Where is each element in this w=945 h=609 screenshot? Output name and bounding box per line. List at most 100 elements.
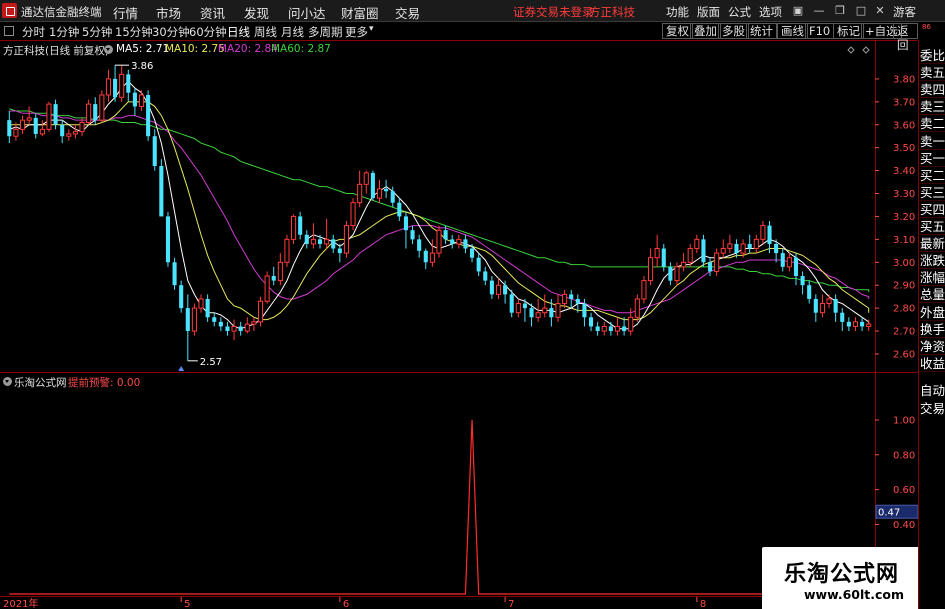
- date-label: 2021年: [3, 597, 38, 609]
- candle-body-down: [271, 276, 276, 281]
- low-label: 2.57: [200, 357, 222, 368]
- right-panel-item[interactable]: 买四: [920, 201, 945, 218]
- signal-arrow-icon: [178, 366, 185, 371]
- candle-body-down: [384, 188, 389, 192]
- candle-body-up: [634, 298, 640, 318]
- right-panel-item[interactable]: 卖三: [920, 98, 945, 116]
- watermark: 乐淘公式网 www.60lt.com: [762, 547, 918, 609]
- candle-body-down: [668, 266, 673, 281]
- candle-body-up: [786, 257, 792, 268]
- candle-body-up: [641, 280, 647, 300]
- right-panel-item[interactable]: 收益: [920, 355, 945, 372]
- right-panel-item[interactable]: 净资: [920, 338, 945, 355]
- right-panel-item[interactable]: 涨跌: [920, 252, 945, 270]
- candle-body-up: [46, 103, 52, 130]
- candle-body-up: [264, 275, 270, 302]
- candle-body-down: [846, 321, 851, 327]
- right-panel-item[interactable]: 换手: [920, 321, 945, 338]
- candle-body-up: [601, 325, 607, 332]
- candle-body-down: [126, 74, 131, 93]
- candle-body-down: [390, 191, 395, 203]
- candle-body-up: [535, 312, 541, 318]
- watermark-title: 乐淘公式网: [784, 562, 900, 587]
- candle-body-up: [310, 238, 316, 245]
- candle-body-down: [767, 225, 772, 244]
- candle-body-down: [212, 317, 217, 322]
- right-panel-trade-item[interactable]: 自动: [920, 382, 945, 400]
- candle-body-up: [495, 284, 502, 295]
- candle-body-up: [753, 238, 759, 250]
- ma10-line: [9, 101, 870, 321]
- candle-body-up: [99, 94, 105, 121]
- right-panel-item[interactable]: 涨幅: [920, 269, 945, 287]
- sub-y-axis-label: 1.00: [893, 416, 915, 427]
- candle-body-down: [205, 298, 210, 318]
- candle-body-down: [661, 248, 666, 267]
- y-axis-label: 3.20: [893, 212, 915, 223]
- candle-body-down: [225, 326, 230, 332]
- date-label: 8: [700, 599, 706, 609]
- right-panel-item[interactable]: 买五: [920, 218, 945, 235]
- candle-body-down: [509, 294, 514, 313]
- right-panel-item[interactable]: 卖五: [920, 64, 945, 82]
- right-panel-item[interactable]: 买二: [920, 167, 945, 184]
- candle-body-down: [185, 308, 190, 332]
- candle-body-up: [291, 215, 297, 240]
- right-panel-item[interactable]: 买一: [920, 150, 945, 167]
- y-axis-label: 2.60: [893, 349, 915, 360]
- y-axis-label: 3.80: [893, 74, 915, 85]
- sub-current-value: 0.47: [878, 508, 900, 519]
- right-panel-item[interactable]: 卖四: [920, 81, 945, 99]
- right-panel-item[interactable]: 最新: [920, 235, 945, 253]
- right-panel-item[interactable]: 卖二: [920, 115, 945, 133]
- right-panel-item[interactable]: 买三: [920, 184, 945, 201]
- candle-body-up: [284, 238, 290, 263]
- candle-body-down: [417, 239, 422, 251]
- date-label: 5: [184, 599, 190, 609]
- right-panel-item[interactable]: 卖一: [920, 133, 945, 150]
- right-panel-item[interactable]: 总量: [920, 286, 945, 304]
- candle-body-down: [238, 326, 243, 332]
- candle-body-down: [152, 136, 157, 167]
- ma60-line: [9, 108, 870, 293]
- candle-body-up: [324, 238, 330, 245]
- candle-body-down: [146, 94, 151, 137]
- candle-body-down: [747, 243, 752, 249]
- candle-body-up: [681, 261, 687, 268]
- y-axis-label: 3.40: [893, 166, 915, 177]
- candle-body-up: [819, 303, 825, 314]
- candle-body-down: [165, 216, 171, 263]
- candle-body-up: [251, 321, 257, 325]
- candle-body-down: [503, 285, 508, 295]
- candle-body-down: [403, 216, 408, 231]
- y-axis-label: 3.10: [893, 235, 915, 246]
- candle-body-up: [343, 225, 349, 254]
- candle-body-up: [866, 323, 872, 327]
- right-panel-trade-item[interactable]: 交易: [920, 400, 945, 418]
- candle-body-up: [826, 298, 832, 305]
- y-axis-label: 2.70: [893, 327, 915, 338]
- candle-body-down: [575, 298, 580, 304]
- kline-chart[interactable]: 3.80 3.70 3.60 3.50 3.40 3.30 3.20 3.10 3.00 2.90…: [0, 0, 918, 609]
- candle-body-down: [780, 253, 785, 267]
- high-label: 3.86: [131, 61, 153, 72]
- candle-body-up: [257, 300, 264, 323]
- candle-body-down: [218, 321, 223, 327]
- right-panel-item[interactable]: 外盘: [920, 304, 945, 321]
- candle-body-down: [113, 78, 118, 98]
- candle-body-down: [549, 308, 554, 318]
- y-axis-label: 3.70: [893, 97, 915, 108]
- candle-body-down: [53, 104, 58, 125]
- candle-body-up: [198, 298, 204, 309]
- candle-body-down: [807, 285, 812, 299]
- ma20-line: [9, 110, 870, 314]
- candle-body-up: [720, 248, 726, 254]
- candle-body-down: [132, 92, 137, 107]
- candle-body-up: [555, 303, 561, 318]
- candle-body-down: [331, 239, 336, 249]
- sub-y-axis-label: 0.80: [893, 450, 915, 461]
- candle-body-down: [304, 234, 309, 244]
- candle-body-up: [614, 325, 621, 332]
- candle-body-up: [72, 131, 78, 135]
- right-panel-item[interactable]: 委比: [920, 47, 945, 64]
